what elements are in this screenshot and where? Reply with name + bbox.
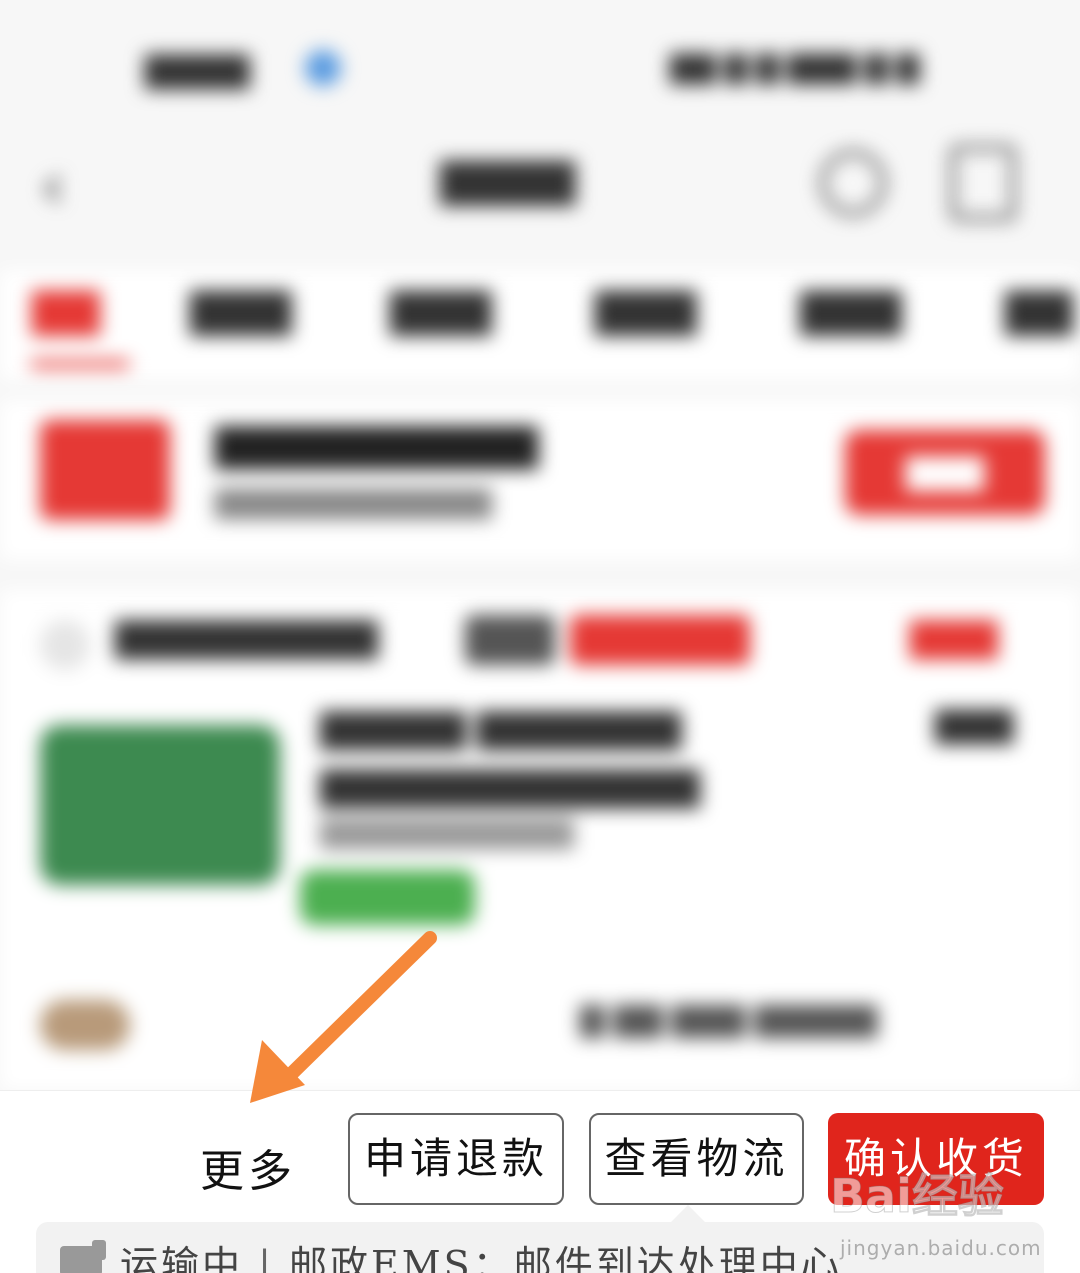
product-image[interactable]	[40, 725, 280, 885]
status-bar: ▇▇▇▇ ▇▇ ▇ ▇ ▇▇▇ ▇ ▇	[0, 30, 1080, 100]
shop-tag	[465, 615, 555, 665]
watermark-logo: Bai经验	[830, 1169, 1005, 1224]
promo-button[interactable]: ▇▇▇	[845, 430, 1045, 515]
product-name[interactable]: ▇▇▇▇▇ ▇▇▇▇▇▇▇ ▇▇▇▇▇▇▇▇▇▇▇▇▇	[320, 700, 900, 816]
tab-3[interactable]: ▇▇▇	[390, 285, 492, 336]
shop-badge	[570, 615, 750, 665]
product-price: ▇▇▇	[935, 706, 1014, 744]
blurred-order-list: ▇▇▇▇ ▇▇ ▇ ▇ ▇▇▇ ▇ ▇ ‹ ▇▇▇▇ ▇▇ ▇▇▇ ▇▇▇ ▇▇…	[0, 0, 1080, 1090]
tab-indicator	[30, 360, 130, 368]
status-indicators: ▇▇ ▇ ▇ ▇▇▇ ▇ ▇	[670, 51, 920, 84]
logistics-text: 运输中 | 邮政EMS：邮件到达处理中心	[120, 1234, 842, 1273]
logistics-detail: 邮政EMS：邮件到达处理中心	[289, 1243, 842, 1273]
order-tabs: ▇▇ ▇▇▇ ▇▇▇ ▇▇▇ ▇▇▇ ▇▇	[0, 270, 1080, 380]
watermark: Bai经验 jingyan.baidu.com	[830, 1160, 1041, 1270]
truck-icon	[60, 1240, 106, 1273]
status-dot	[305, 50, 341, 86]
search-icon[interactable]	[820, 150, 886, 216]
tab-4[interactable]: ▇▇▇	[595, 285, 697, 336]
avatar	[40, 1000, 130, 1050]
promo-badge	[40, 420, 170, 520]
promo-banner: ▇▇▇▇▇▇▇▇▇▇ ▇▇▇▇▇▇▇▇▇▇▇▇ ▇▇▇	[0, 400, 1080, 560]
logistics-divider: |	[258, 1243, 274, 1273]
watermark-url: jingyan.baidu.com	[840, 1236, 1042, 1260]
tab-all[interactable]: ▇▇	[32, 285, 100, 336]
order-total-info: ▇ ▇▇ ▇▇▇ ▇▇▇▇▇	[580, 1001, 878, 1037]
more-icon[interactable]	[950, 145, 1016, 221]
chevron-left-icon[interactable]: ‹	[40, 150, 66, 224]
logistics-status: 运输中	[120, 1243, 244, 1273]
page-title: ▇▇▇▇	[440, 156, 576, 205]
apply-refund-button[interactable]: 申请退款	[348, 1113, 564, 1205]
tab-5[interactable]: ▇▇▇	[800, 285, 902, 336]
shop-icon	[40, 620, 90, 670]
promo-title: ▇▇▇▇▇▇▇▇▇▇	[215, 421, 538, 468]
carrier-block: ▇▇▇▇	[145, 51, 250, 89]
tab-2[interactable]: ▇▇▇	[190, 285, 292, 336]
order-status: ▇▇▇	[910, 617, 998, 659]
promo-subtitle: ▇▇▇▇▇▇▇▇▇▇▇▇	[215, 486, 492, 519]
shop-name[interactable]: ▇▇▇▇▇▇▇▇▇	[115, 615, 378, 660]
more-button[interactable]: 更多	[200, 1135, 296, 1199]
view-logistics-button[interactable]: 查看物流	[589, 1113, 804, 1205]
product-spec: ▇▇▇▇▇▇▇▇▇▇▇	[320, 816, 574, 849]
tab-6[interactable]: ▇▇	[1005, 285, 1073, 336]
blurred-content: ▇▇▇▇ ▇▇ ▇ ▇ ▇▇▇ ▇ ▇ ‹ ▇▇▇▇ ▇▇ ▇▇▇ ▇▇▇ ▇▇…	[0, 0, 1080, 1090]
nav-bar: ‹ ▇▇▇▇	[0, 130, 1080, 230]
order-card: ▇▇▇▇▇▇▇▇▇ ▇▇▇ ▇▇▇▇▇ ▇▇▇▇▇▇▇ ▇▇▇▇▇▇▇▇▇▇▇▇▇…	[0, 590, 1080, 1090]
service-tag	[300, 870, 475, 925]
